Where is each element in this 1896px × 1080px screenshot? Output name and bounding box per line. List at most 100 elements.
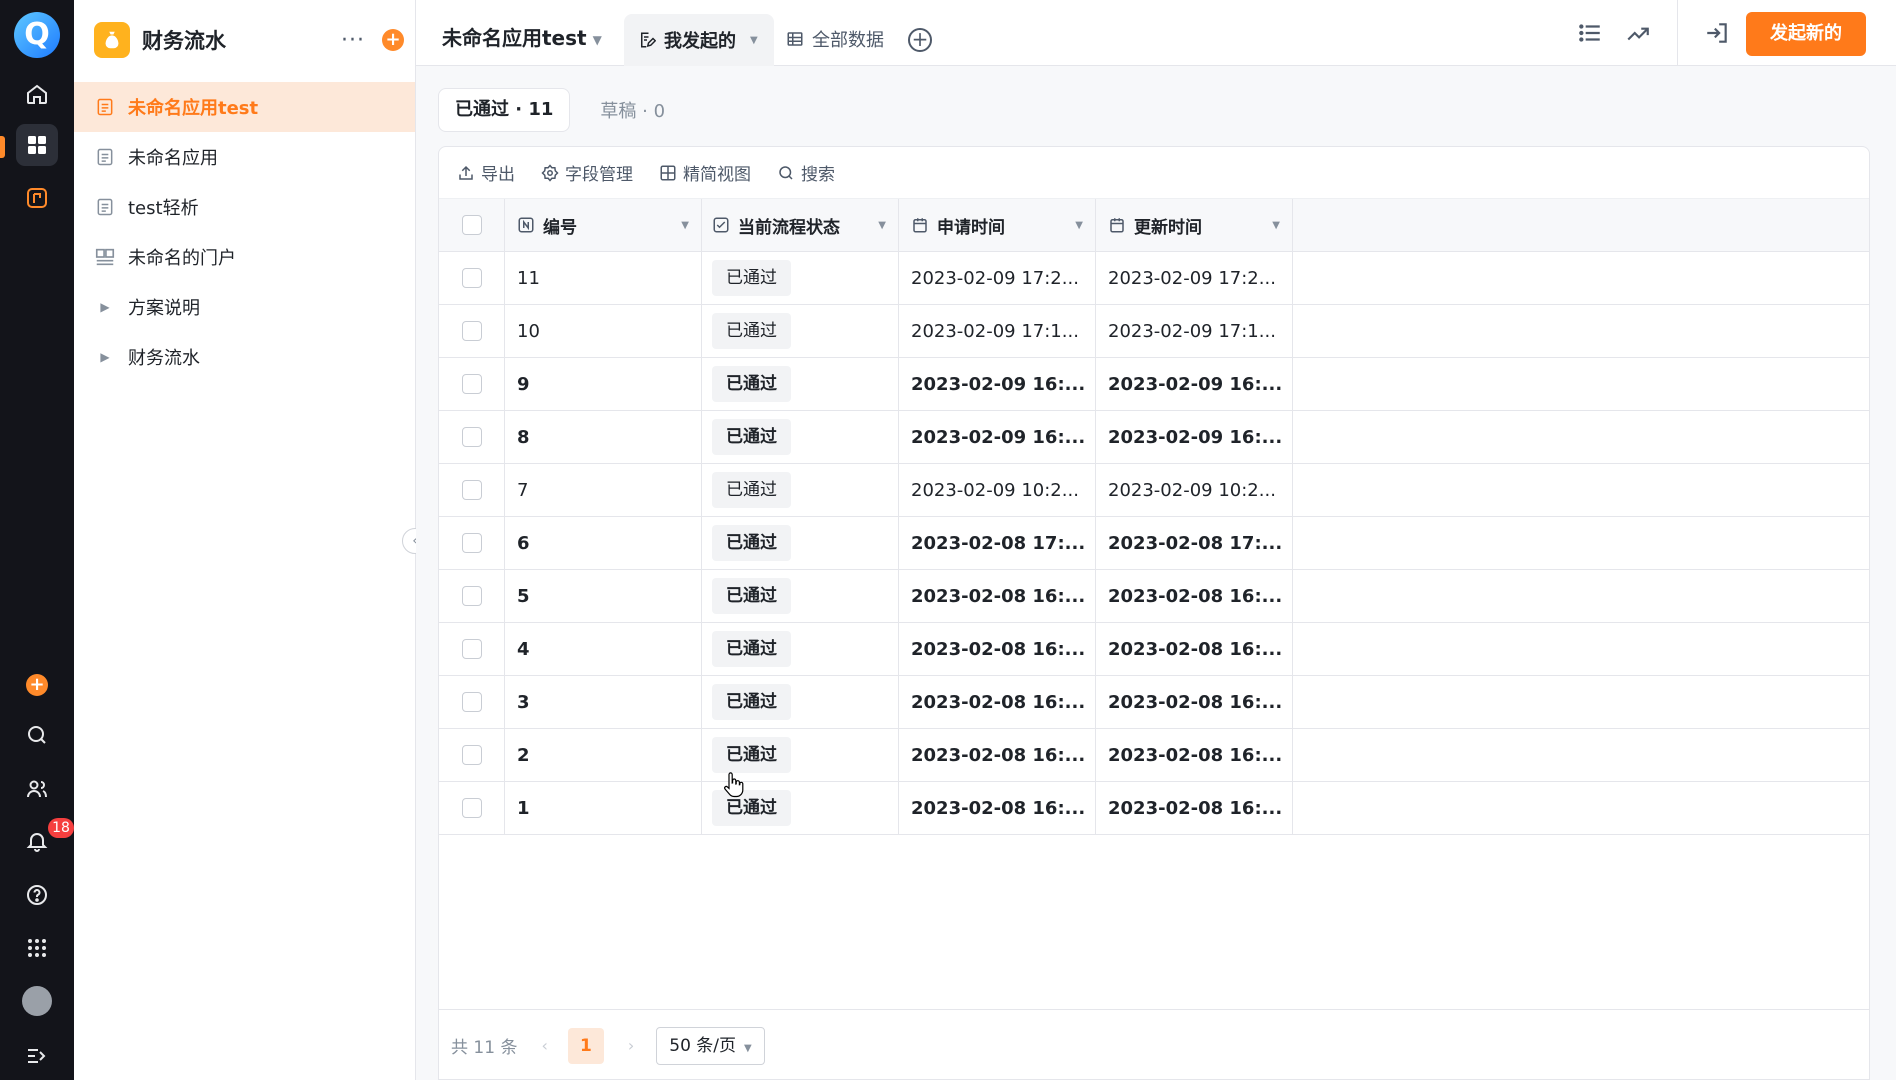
row-select-cell [439, 570, 505, 622]
tab-all-data[interactable]: 全部数据 [786, 26, 884, 52]
row-filler [1293, 623, 1869, 675]
tab-draft[interactable]: 草稿 · 0 [600, 97, 665, 123]
status-badge: 已通过 [712, 684, 791, 720]
row-checkbox[interactable] [461, 692, 482, 712]
next-page-button[interactable]: › [628, 1036, 634, 1055]
status-badge: 已通过 [712, 631, 791, 667]
cell-applied-time: 2023-02-08 16:... [899, 623, 1096, 675]
app-name: 未命名应用test [442, 26, 587, 50]
total-count: 共 11 条 [451, 1038, 518, 1058]
row-filler [1293, 517, 1869, 569]
sidebar-item-app-test[interactable]: 未命名应用test [74, 82, 415, 132]
add-view-button[interactable]: + [908, 28, 932, 52]
sidebar-item-portal[interactable]: 未命名的门户 [74, 232, 415, 282]
cell-updated-time: 2023-02-08 16:... [1096, 729, 1293, 781]
prev-page-button[interactable]: ‹ [541, 1036, 547, 1055]
table-row[interactable]: 8 已通过 2023-02-09 16:... 2023-02-09 16:... [439, 411, 1869, 464]
form-icon [94, 96, 116, 118]
sidebar-item-app[interactable]: 未命名应用 [74, 132, 415, 182]
table-row[interactable]: 3 已通过 2023-02-08 16:... 2023-02-08 16:... [439, 676, 1869, 729]
tab-approved[interactable]: 已通过 · 11 [438, 88, 571, 132]
new-record-button[interactable]: 发起新的 [1746, 12, 1866, 56]
table-row[interactable]: 6 已通过 2023-02-08 17:... 2023-02-08 17:... [439, 517, 1869, 570]
row-checkbox[interactable] [461, 586, 482, 606]
portal-icon[interactable] [16, 177, 58, 219]
table-row[interactable]: 7 已通过 2023-02-09 10:2... 2023-02-09 10:2... [439, 464, 1869, 517]
search-label: 搜索 [801, 165, 835, 185]
exit-icon[interactable] [1704, 20, 1730, 46]
row-filler [1293, 464, 1869, 516]
table-row[interactable]: 2 已通过 2023-02-08 16:... 2023-02-08 16:... [439, 729, 1869, 782]
cell-status: 已通过 [702, 517, 899, 569]
chevron-down-icon[interactable]: ▼ [1075, 220, 1083, 231]
sidebar-add-button[interactable]: + [382, 29, 404, 51]
contacts-icon[interactable] [16, 768, 58, 810]
caret-right-icon[interactable]: ▶ [94, 300, 116, 314]
row-select-cell [439, 676, 505, 728]
row-checkbox[interactable] [461, 374, 482, 394]
table-row[interactable]: 11 已通过 2023-02-09 17:2... 2023-02-09 17:2..… [439, 252, 1869, 305]
chevron-down-icon[interactable]: ▼ [878, 220, 886, 231]
table-row[interactable]: 5 已通过 2023-02-08 16:... 2023-02-08 16:... [439, 570, 1869, 623]
chevron-down-icon[interactable]: ▼ [1272, 220, 1280, 231]
add-icon[interactable]: + [26, 674, 48, 696]
row-select-cell [439, 464, 505, 516]
row-checkbox[interactable] [461, 745, 482, 765]
edit-doc-icon [641, 32, 656, 48]
select-all-checkbox[interactable] [461, 215, 482, 235]
tab-mine[interactable]: 我发起的 ▼ [624, 14, 774, 66]
column-header-updated-time[interactable]: 更新时间 ▼ [1096, 199, 1293, 251]
sidebar-title: 财务流水 [142, 29, 226, 53]
search-button[interactable]: 搜索 [777, 160, 835, 185]
row-checkbox[interactable] [461, 268, 482, 288]
field-manage-button[interactable]: 字段管理 [541, 160, 633, 185]
home-icon[interactable] [16, 73, 58, 115]
cell-number: 4 [505, 623, 702, 675]
row-checkbox[interactable] [461, 427, 482, 447]
row-checkbox[interactable] [461, 480, 482, 500]
caret-right-icon[interactable]: ▶ [94, 350, 116, 364]
cell-applied-time: 2023-02-09 17:1... [899, 305, 1096, 357]
sidebar-item-finance[interactable]: ▶ 财务流水 [74, 332, 415, 382]
expand-icon[interactable] [16, 1035, 58, 1077]
app-logo[interactable]: Q [14, 12, 60, 58]
status-badge: 已通过 [712, 578, 791, 614]
search-icon[interactable] [16, 714, 58, 756]
table-row[interactable]: 4 已通过 2023-02-08 16:... 2023-02-08 16:... [439, 623, 1869, 676]
apps-grid-icon[interactable] [16, 124, 58, 166]
grid-view-icon [660, 165, 676, 180]
cell-applied-time: 2023-02-09 16:... [899, 358, 1096, 410]
table-row[interactable]: 9 已通过 2023-02-09 16:... 2023-02-09 16:... [439, 358, 1869, 411]
row-checkbox[interactable] [461, 321, 482, 341]
calendar-icon [1108, 216, 1126, 234]
compact-view-button[interactable]: 精简视图 [659, 160, 751, 185]
row-select-cell [439, 411, 505, 463]
cell-number: 10 [505, 305, 702, 357]
chevron-down-icon[interactable]: ▼ [681, 220, 689, 231]
page-number-current[interactable]: 1 [567, 1027, 604, 1064]
column-header-status[interactable]: 当前流程状态 ▼ [702, 199, 899, 251]
help-icon[interactable] [16, 874, 58, 916]
list-icon[interactable] [1577, 20, 1603, 46]
row-checkbox[interactable] [461, 798, 482, 818]
table-row[interactable]: 10 已通过 2023-02-09 17:1... 2023-02-09 17:1..… [439, 305, 1869, 358]
cell-number: 11 [505, 252, 702, 304]
cell-number: 1 [505, 782, 702, 834]
app-launcher-icon[interactable] [16, 927, 58, 969]
avatar[interactable] [22, 986, 52, 1016]
export-button[interactable]: 导出 [457, 160, 515, 185]
row-checkbox[interactable] [461, 533, 482, 553]
trend-chart-icon[interactable] [1625, 20, 1651, 46]
sidebar-item-test-analysis[interactable]: test轻析 [74, 182, 415, 232]
row-select-cell [439, 782, 505, 834]
page-size-select[interactable]: 50 条/页 ▼ [656, 1026, 765, 1065]
sidebar-item-plan[interactable]: ▶ 方案说明 [74, 282, 415, 332]
table-row[interactable]: 1 已通过 2023-02-08 16:... 2023-02-08 16:... [439, 782, 1869, 835]
chevron-down-icon: ▼ [744, 1042, 752, 1054]
more-icon[interactable]: ··· [338, 28, 368, 53]
row-checkbox[interactable] [461, 639, 482, 659]
app-name-dropdown[interactable]: 未命名应用test ▼ [442, 22, 602, 51]
column-header-number[interactable]: 编号 ▼ [505, 199, 702, 251]
chevron-down-icon: ▼ [750, 34, 758, 46]
column-header-applied-time[interactable]: 申请时间 ▼ [899, 199, 1096, 251]
